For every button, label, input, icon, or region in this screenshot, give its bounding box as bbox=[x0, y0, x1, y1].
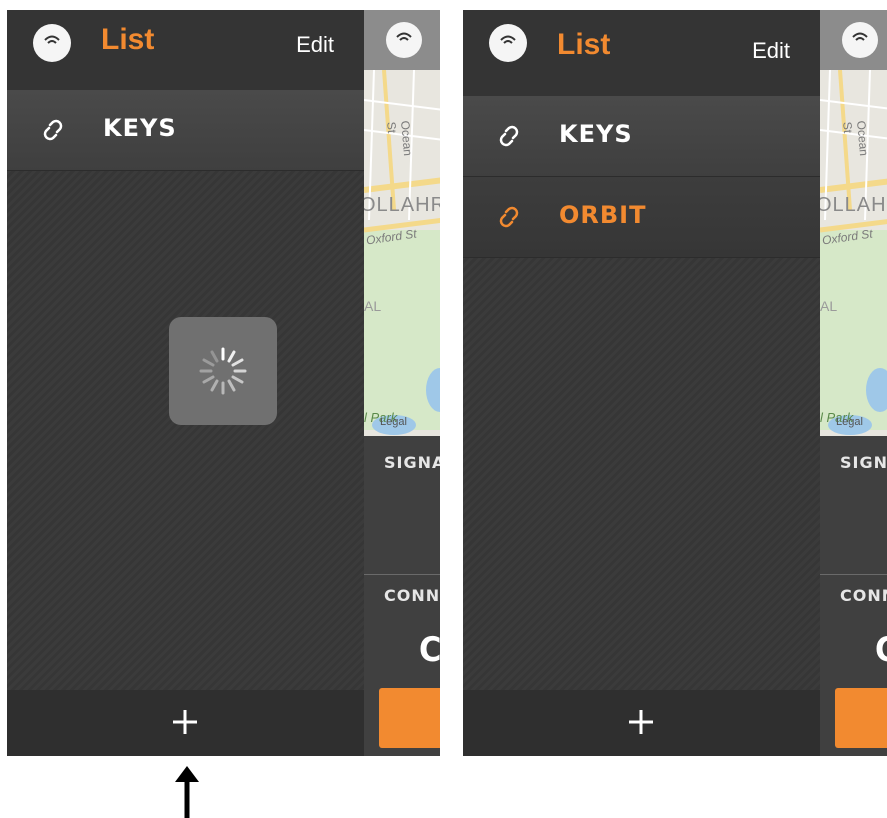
list-item-label: ORBIT bbox=[559, 201, 647, 229]
connection-label: CONNE bbox=[384, 586, 440, 605]
link-icon bbox=[499, 125, 519, 147]
list-drawer: List Edit KEYS ORBIT bbox=[463, 10, 820, 756]
up-arrow-icon bbox=[175, 766, 199, 818]
list-item-label: KEYS bbox=[559, 120, 633, 148]
page-title: List bbox=[101, 23, 155, 56]
legal-link[interactable]: Legal bbox=[380, 416, 407, 428]
map-view[interactable]: Ocean St OLLAHR Oxford St AL l Park Lega… bbox=[820, 70, 887, 436]
loading-spinner bbox=[169, 317, 277, 425]
list-item-label: KEYS bbox=[103, 114, 177, 142]
connection-label: CONNE bbox=[840, 586, 887, 605]
map-view[interactable]: Ocean St OLLAHR Oxford St AL l Park Lega… bbox=[364, 70, 440, 436]
main-panel-peek: Ocean St OLLAHR Oxford St AL l Park Lega… bbox=[364, 10, 440, 756]
connection-value: CO bbox=[419, 630, 440, 670]
list-item-orbit[interactable]: ORBIT bbox=[463, 177, 820, 258]
main-panel-peek: Ocean St OLLAHR Oxford St AL l Park Lega… bbox=[820, 10, 887, 756]
map-label: AL bbox=[820, 298, 838, 314]
app-logo-icon bbox=[842, 22, 878, 58]
signal-label: SIGNA bbox=[384, 453, 440, 472]
page-title: List bbox=[557, 28, 611, 61]
app-logo-icon bbox=[386, 22, 422, 58]
main-header bbox=[820, 10, 887, 70]
header: List Edit bbox=[7, 10, 364, 91]
divider bbox=[820, 574, 887, 575]
legal-link[interactable]: Legal bbox=[836, 416, 863, 428]
list-drawer: List Edit KEYS bbox=[7, 10, 364, 756]
connect-button[interactable] bbox=[835, 688, 887, 748]
bottom-toolbar bbox=[7, 690, 364, 756]
signal-label: SIGNA bbox=[840, 453, 887, 472]
map-label: AL bbox=[364, 298, 382, 314]
screen-left: List Edit KEYS Ocean St OLLAHR Oxford St… bbox=[7, 10, 440, 756]
link-icon bbox=[43, 119, 63, 141]
edit-button[interactable]: Edit bbox=[296, 32, 334, 58]
connect-button[interactable] bbox=[379, 688, 440, 748]
edit-button[interactable]: Edit bbox=[752, 38, 790, 64]
list-item-keys[interactable]: KEYS bbox=[7, 90, 364, 171]
connection-value: CO bbox=[875, 630, 887, 670]
app-logo-icon[interactable] bbox=[33, 24, 71, 62]
header: List Edit bbox=[463, 10, 820, 97]
map-label: Ocean St bbox=[384, 120, 416, 157]
main-header bbox=[364, 10, 440, 70]
bottom-toolbar bbox=[463, 690, 820, 756]
map-label: OLLAHR bbox=[820, 194, 887, 216]
spinner-icon bbox=[199, 347, 247, 395]
list-item-keys[interactable]: KEYS bbox=[463, 96, 820, 177]
add-button[interactable] bbox=[167, 704, 203, 740]
screen-right: List Edit KEYS ORBIT Ocean St OLLAH Oxfo… bbox=[463, 10, 887, 756]
add-button[interactable] bbox=[623, 704, 659, 740]
map-label: OLLAHR bbox=[364, 194, 440, 216]
app-logo-icon[interactable] bbox=[489, 24, 527, 62]
divider bbox=[364, 574, 440, 575]
link-icon bbox=[499, 206, 519, 228]
map-label: Ocean St bbox=[840, 120, 872, 157]
